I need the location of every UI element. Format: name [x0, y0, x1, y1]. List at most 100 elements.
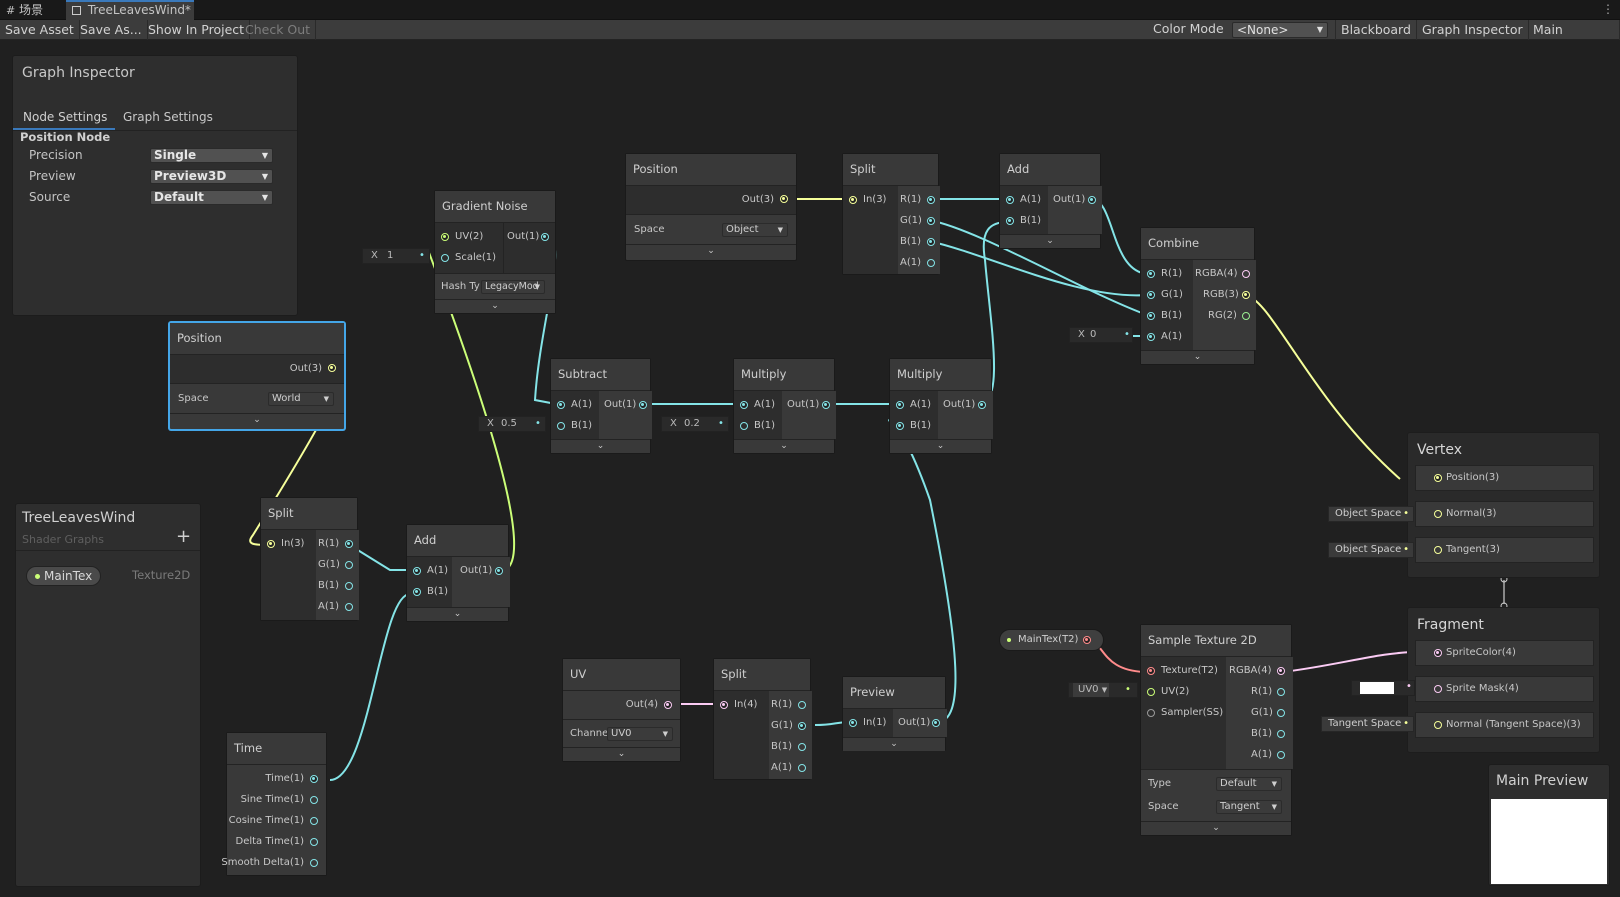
a-port-dot[interactable]	[740, 401, 748, 409]
out-port-dot[interactable]	[932, 719, 940, 727]
a-port-dot[interactable]	[1006, 196, 1014, 204]
precision-dropdown[interactable]: Single ▼	[150, 148, 273, 163]
in-port-dot[interactable]	[267, 540, 275, 548]
expand-chevron-icon[interactable]: ⌄	[435, 299, 555, 313]
space-dropdown[interactable]: Tangent ▼	[1216, 800, 1282, 814]
rg-port-dot[interactable]	[1242, 312, 1250, 320]
type-dropdown[interactable]: Default ▼	[1216, 777, 1282, 791]
out-port-dot[interactable]	[639, 401, 647, 409]
uv-input-dropdown[interactable]: UV0 ▼	[1073, 683, 1109, 697]
save-as-button[interactable]: Save As...	[75, 20, 148, 40]
maintex-out-port-dot[interactable]	[1083, 636, 1091, 644]
rgba-port-dot[interactable]	[1277, 667, 1285, 675]
tab-node-settings[interactable]: Node Settings	[13, 106, 115, 130]
g-port-dot[interactable]	[1277, 709, 1285, 717]
sine-time-port-dot[interactable]	[310, 796, 318, 804]
r-port-dot[interactable]	[345, 540, 353, 548]
fragment-spritecolor-slot[interactable]: SpriteColor(4)	[1415, 640, 1594, 666]
preview-node[interactable]: Preview In(1) Out(1) ⌄	[842, 676, 947, 751]
in-port-dot[interactable]	[849, 196, 857, 204]
spritemask-port-dot[interactable]	[1434, 685, 1442, 693]
out-port-dot[interactable]	[822, 401, 830, 409]
position-object-node[interactable]: Position Out(3) Space Object ▼ ⌄	[625, 153, 797, 261]
add-property-button[interactable]: +	[176, 526, 191, 547]
combine-node[interactable]: Combine R(1) G(1) B(1) A(1) RGBA(4) RGB(…	[1140, 227, 1256, 365]
vertex-normal-slot[interactable]: Normal(3)	[1415, 501, 1594, 527]
g-port-dot[interactable]	[927, 217, 935, 225]
a-port-dot[interactable]	[1147, 333, 1155, 341]
in-port-dot[interactable]	[720, 701, 728, 709]
fragment-normal-slot[interactable]: Normal (Tangent Space)(3)	[1415, 712, 1594, 738]
r-port-dot[interactable]	[1147, 270, 1155, 278]
expand-chevron-icon[interactable]: ⌄	[407, 607, 508, 621]
fragment-normal-port-dot[interactable]	[1434, 721, 1442, 729]
out-port-dot[interactable]	[495, 567, 503, 575]
maintex-property-pill[interactable]: MainTex	[26, 566, 101, 586]
out-port-dot[interactable]	[780, 195, 788, 203]
out-port-dot[interactable]	[978, 401, 986, 409]
sampler-port-dot[interactable]	[1147, 709, 1155, 717]
position-world-node[interactable]: Position Out(3) Space World ▼ ⌄	[169, 322, 345, 430]
tangent-port-dot[interactable]	[1434, 546, 1442, 554]
sprite-mask-color-field[interactable]: •	[1351, 680, 1415, 696]
a-port-dot[interactable]	[413, 567, 421, 575]
space-dropdown[interactable]: Object ▼	[722, 223, 788, 237]
r-port-dot[interactable]	[798, 701, 806, 709]
uv-port-dot[interactable]	[1147, 688, 1155, 696]
time-port-dot[interactable]	[310, 775, 318, 783]
expand-chevron-icon[interactable]: ⌄	[890, 439, 991, 453]
color-mode-dropdown[interactable]: <None> ▼	[1232, 22, 1328, 38]
vertex-position-slot[interactable]: Position(3)	[1415, 465, 1594, 491]
tab-graph-settings[interactable]: Graph Settings	[123, 106, 233, 130]
g-port-dot[interactable]	[1147, 291, 1155, 299]
channel-dropdown[interactable]: UV0 ▼	[607, 727, 673, 741]
tab-shader-graph[interactable]: TreeLeavesWind*	[66, 0, 194, 20]
b-port-dot[interactable]	[345, 582, 353, 590]
out-port-dot[interactable]	[541, 233, 549, 241]
smooth-delta-port-dot[interactable]	[310, 859, 318, 867]
delta-time-port-dot[interactable]	[310, 838, 318, 846]
save-asset-button[interactable]: Save Asset	[0, 20, 80, 40]
scale-port-dot[interactable]	[441, 254, 449, 262]
add-top-node[interactable]: Add A(1) B(1) Out(1) ⌄	[999, 153, 1102, 249]
b-port-dot[interactable]	[1006, 217, 1014, 225]
preview-dropdown[interactable]: Preview3D ▼	[150, 169, 273, 184]
texture-port-dot[interactable]	[1147, 667, 1155, 675]
split-left-node[interactable]: Split In(3) R(1) G(1) B(1) A(1)	[260, 497, 359, 621]
uv-port-dot[interactable]	[441, 233, 449, 241]
expand-chevron-icon[interactable]: ⌄	[1000, 234, 1100, 248]
multiply-2-node[interactable]: Multiply A(1) B(1) Out(1) ⌄	[889, 358, 993, 454]
b-port-dot[interactable]	[1277, 730, 1285, 738]
g-port-dot[interactable]	[798, 722, 806, 730]
uv-node[interactable]: UV Out(4) Channe UV0 ▼ ⌄	[562, 658, 681, 762]
tangent-space-normal-tag[interactable]: Tangent Space •	[1321, 716, 1414, 732]
space-dropdown[interactable]: World ▼	[268, 392, 334, 406]
b-port-dot[interactable]	[927, 238, 935, 246]
split-bottom-node[interactable]: Split In(4) R(1) G(1) B(1) A(1)	[713, 658, 812, 780]
expand-chevron-icon[interactable]: ⌄	[843, 737, 945, 751]
gradient-noise-node[interactable]: Gradient Noise UV(2) Scale(1) Out(1) Has…	[434, 190, 556, 314]
rgba-port-dot[interactable]	[1242, 270, 1250, 278]
blackboard-button[interactable]: Blackboard	[1335, 20, 1417, 40]
a-port-dot[interactable]	[557, 401, 565, 409]
show-in-project-button[interactable]: Show In Project	[143, 20, 251, 40]
expand-chevron-icon[interactable]: ⌄	[551, 439, 650, 453]
expand-chevron-icon[interactable]: ⌄	[170, 413, 344, 427]
b-port-dot[interactable]	[1147, 312, 1155, 320]
hash-dropdown[interactable]: LegacyMod ▼	[481, 280, 545, 294]
graph-inspector-button[interactable]: Graph Inspector	[1417, 20, 1529, 40]
source-dropdown[interactable]: Default ▼	[150, 190, 273, 205]
tab-scene[interactable]: # 场景	[0, 0, 62, 20]
expand-chevron-icon[interactable]: ⌄	[626, 244, 796, 258]
maintex-property-node[interactable]: MainTex(T2)	[999, 629, 1104, 651]
b-port-dot[interactable]	[798, 743, 806, 751]
a-port-dot[interactable]	[798, 764, 806, 772]
position-port-dot[interactable]	[1434, 474, 1442, 482]
subtract-b-input-field[interactable]: X 0.5 •	[478, 416, 546, 432]
add-left-node[interactable]: Add A(1) B(1) Out(1) ⌄	[406, 524, 510, 622]
scale-input-field[interactable]: X 1 •	[362, 248, 430, 264]
time-node[interactable]: Time Time(1) Sine Time(1) Cosine Time(1)…	[221, 732, 327, 876]
uv-input-field[interactable]: UV0 ▼ •	[1068, 682, 1138, 698]
fragment-spritemask-slot[interactable]: Sprite Mask(4)	[1415, 676, 1594, 702]
a-port-dot[interactable]	[1277, 751, 1285, 759]
